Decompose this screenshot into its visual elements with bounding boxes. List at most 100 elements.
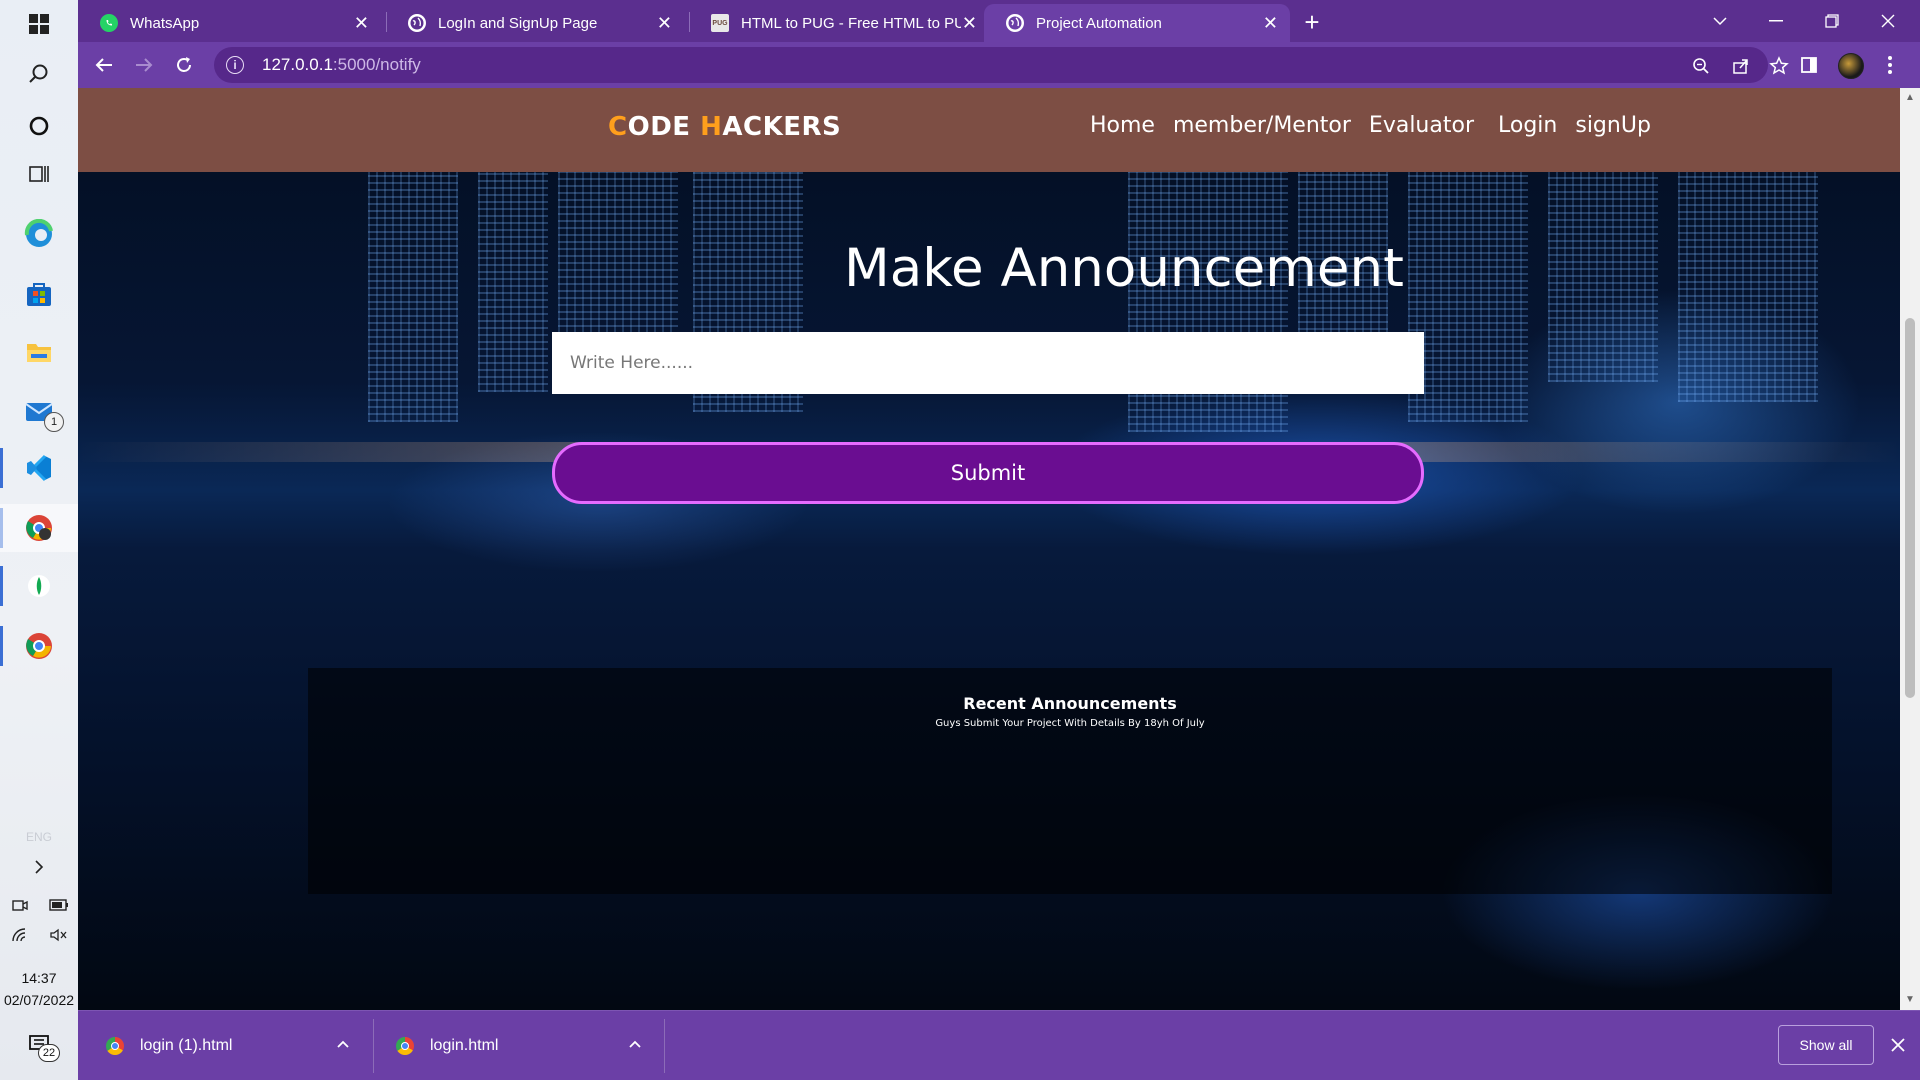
chevron-up-icon[interactable] xyxy=(628,1036,642,1052)
announcement-item: Guys Submit Your Project With Details By… xyxy=(935,718,1205,729)
skyline-building xyxy=(1408,172,1528,422)
download-separator xyxy=(664,1019,665,1073)
url-text: 127.0.0.1:5000/notify xyxy=(262,55,421,75)
download-item[interactable]: login (1).html xyxy=(106,1011,232,1080)
language-indicator[interactable]: ENG xyxy=(0,830,78,844)
page-title: Make Announcement xyxy=(844,238,1404,299)
file-explorer-icon[interactable] xyxy=(0,328,78,376)
scroll-down-icon[interactable]: ▼ xyxy=(1904,994,1916,1006)
show-all-button[interactable]: Show all xyxy=(1778,1025,1874,1065)
action-center-icon[interactable] xyxy=(0,1022,78,1066)
scroll-up-icon[interactable]: ▲ xyxy=(1904,92,1916,104)
skyline-building xyxy=(1678,172,1818,402)
close-icon[interactable]: ✕ xyxy=(354,13,369,34)
skyline-building xyxy=(368,172,458,422)
downloads-bar: login (1).html login.html Show all xyxy=(78,1010,1920,1080)
announcement-input[interactable] xyxy=(552,332,1424,394)
recent-announcements-title: Recent Announcements xyxy=(963,694,1177,713)
show-hidden-icons-chevron-icon[interactable] xyxy=(0,852,78,882)
back-arrow-icon[interactable] xyxy=(90,51,118,79)
side-panel-icon[interactable] xyxy=(1798,54,1820,76)
download-separator xyxy=(373,1019,374,1073)
chrome-file-icon xyxy=(396,1037,414,1055)
forward-arrow-icon[interactable] xyxy=(130,51,158,79)
whatsapp-icon xyxy=(100,14,118,32)
search-icon[interactable] xyxy=(0,50,78,98)
browser-toolbar: i 127.0.0.1:5000/notify xyxy=(78,42,1920,88)
task-view-icon[interactable] xyxy=(0,150,78,198)
system-clock[interactable]: 14:37 02/07/2022 xyxy=(0,967,78,1011)
edge-icon[interactable] xyxy=(0,210,78,258)
download-filename: login.html xyxy=(430,1037,499,1054)
restore-icon[interactable] xyxy=(1804,0,1860,42)
recent-announcements-panel: Recent Announcements Guys Submit Your Pr… xyxy=(308,668,1832,894)
share-icon[interactable] xyxy=(1730,55,1752,77)
battery-icon[interactable] xyxy=(39,890,78,920)
clock-time: 14:37 xyxy=(21,970,57,986)
tab-title: WhatsApp xyxy=(130,14,200,32)
chrome-file-icon xyxy=(106,1037,124,1055)
mail-icon[interactable] xyxy=(0,386,78,434)
site-nav-links: Home member/Mentor Evaluator Login signU… xyxy=(1090,113,1669,138)
minimize-icon[interactable] xyxy=(1748,0,1804,42)
download-item[interactable]: login.html xyxy=(396,1011,498,1080)
network-icon[interactable] xyxy=(0,920,39,950)
site-navbar: CODE HACKERS Home member/Mentor Evaluato… xyxy=(78,88,1900,172)
tab-title: Project Automation xyxy=(1036,14,1162,32)
tab-title: HTML to PUG - Free HTML to PUG xyxy=(741,14,961,32)
tab-html-to-pug[interactable]: PUG HTML to PUG - Free HTML to PUG ✕ xyxy=(689,4,989,42)
new-tab-plus-icon[interactable]: + xyxy=(1296,6,1328,38)
scroll-thumb[interactable] xyxy=(1905,318,1915,698)
url-path: :5000/notify xyxy=(332,55,421,74)
nav-link-member-mentor[interactable]: member/Mentor xyxy=(1173,113,1351,138)
submit-button[interactable]: Submit xyxy=(552,442,1424,504)
meet-now-icon[interactable] xyxy=(0,890,39,920)
close-icon[interactable]: ✕ xyxy=(1263,13,1278,34)
notification-count-badge: 22 xyxy=(38,1044,60,1062)
windows-taskbar: 1 ENG 14:37 02/07/2022 22 xyxy=(0,0,78,1080)
page-scrollbar[interactable]: ▲ ▼ xyxy=(1900,88,1920,1010)
tab-whatsapp[interactable]: WhatsApp ✕ xyxy=(78,4,381,42)
tab-title: LogIn and SignUp Page xyxy=(438,14,598,32)
profile-avatar[interactable] xyxy=(1838,53,1864,79)
close-icon[interactable] xyxy=(1886,1031,1910,1059)
skyline-building xyxy=(1548,172,1658,382)
site-info-icon[interactable]: i xyxy=(226,56,244,74)
tab-login-signup[interactable]: LogIn and SignUp Page ✕ xyxy=(386,4,684,42)
close-icon[interactable]: ✕ xyxy=(657,13,672,34)
address-bar[interactable]: i 127.0.0.1:5000/notify xyxy=(214,47,1789,83)
tab-project-automation[interactable]: Project Automation ✕ xyxy=(984,4,1290,42)
pug-icon: PUG xyxy=(711,14,729,32)
close-window-icon[interactable] xyxy=(1860,0,1916,42)
tab-strip: WhatsApp ✕ LogIn and SignUp Page ✕ PUG H… xyxy=(78,0,1920,42)
page-viewport: CODE HACKERS Home member/Mentor Evaluato… xyxy=(78,88,1900,1010)
site-logo[interactable]: CODE HACKERS xyxy=(608,112,841,142)
chevron-up-icon[interactable] xyxy=(336,1036,350,1052)
globe-icon xyxy=(408,14,426,32)
nav-link-signup[interactable]: signUp xyxy=(1575,113,1651,138)
start-windows-icon[interactable] xyxy=(0,0,78,48)
nav-link-evaluator[interactable]: Evaluator xyxy=(1369,113,1474,138)
download-filename: login (1).html xyxy=(140,1037,233,1054)
skyline-building xyxy=(478,172,548,392)
tab-search-chevron-icon[interactable] xyxy=(1692,0,1748,42)
zoom-icon[interactable] xyxy=(1690,55,1712,77)
chrome-icon[interactable] xyxy=(0,622,78,670)
nav-link-login[interactable]: Login xyxy=(1498,113,1557,138)
chrome-profile-icon[interactable] xyxy=(0,504,78,552)
nav-link-home[interactable]: Home xyxy=(1090,113,1155,138)
mongodb-compass-icon[interactable] xyxy=(0,562,78,610)
cortana-icon[interactable] xyxy=(0,102,78,150)
mail-badge: 1 xyxy=(44,412,64,432)
url-host: 127.0.0.1 xyxy=(262,55,333,74)
store-icon[interactable] xyxy=(0,270,78,318)
close-icon[interactable]: ✕ xyxy=(962,13,977,34)
vscode-icon[interactable] xyxy=(0,444,78,492)
volume-muted-icon[interactable] xyxy=(39,920,78,950)
kebab-menu-icon[interactable] xyxy=(1878,53,1902,77)
globe-icon xyxy=(1006,14,1024,32)
clock-date: 02/07/2022 xyxy=(3,992,75,1008)
bookmark-star-icon[interactable] xyxy=(1768,55,1790,77)
reload-icon[interactable] xyxy=(170,51,198,79)
browser-window: WhatsApp ✕ LogIn and SignUp Page ✕ PUG H… xyxy=(78,0,1920,1080)
